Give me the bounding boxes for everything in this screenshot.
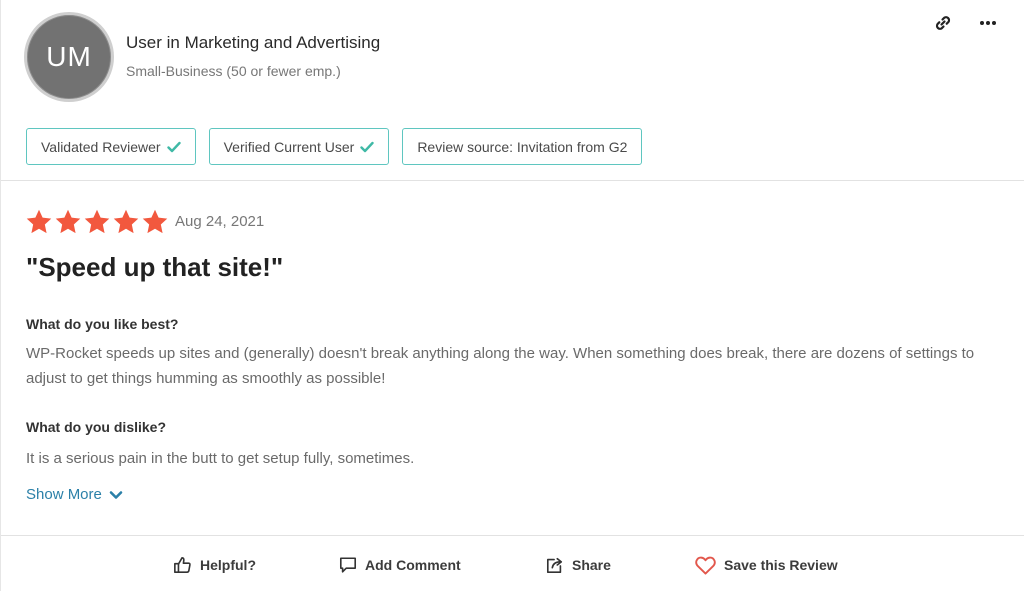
thumbs-up-icon — [174, 556, 191, 574]
heart-icon — [695, 556, 716, 575]
star-icon — [26, 209, 52, 234]
badge-label: Verified Current User — [223, 138, 355, 155]
badge-label: Validated Reviewer — [41, 138, 161, 155]
add-comment-button[interactable]: Add Comment — [339, 553, 461, 577]
reviewer-title: User in Marketing and Advertising — [126, 33, 381, 52]
helpful-label: Helpful? — [200, 557, 256, 573]
review-title: "Speed up that site!" — [26, 252, 284, 282]
avatar: UM — [24, 12, 114, 102]
badge-label: Review source: Invitation from G2 — [417, 138, 628, 155]
badge-verified-current-user: Verified Current User — [208, 128, 390, 165]
badge-review-source: Review source: Invitation from G2 — [402, 128, 643, 165]
chevron-down-icon — [109, 490, 123, 499]
helpful-button[interactable]: Helpful? — [173, 553, 256, 577]
share-icon — [546, 557, 563, 574]
show-more-label: Show More — [26, 486, 102, 503]
check-icon — [360, 141, 375, 153]
add-comment-label: Add Comment — [365, 557, 461, 573]
reviewer-badges: Validated Reviewer Verified Current User… — [26, 128, 655, 165]
share-label: Share — [572, 557, 611, 573]
link-icon[interactable] — [932, 12, 954, 34]
dislike-answer: It is a serious pain in the butt to get … — [26, 450, 415, 467]
like-answer: WP-Rocket speeds up sites and (generally… — [26, 345, 975, 387]
show-more-link[interactable]: Show More — [26, 486, 123, 503]
avatar-initials: UM — [46, 41, 92, 72]
review-card: UM User in Marketing and Advertising Sma… — [0, 0, 1024, 591]
star-icon — [142, 209, 168, 234]
star-icon — [84, 209, 110, 234]
share-button[interactable]: Share — [546, 553, 611, 577]
check-icon — [166, 141, 181, 153]
save-review-label: Save this Review — [724, 557, 838, 573]
more-options-icon[interactable] — [977, 12, 999, 34]
star-icon — [55, 209, 81, 234]
comment-icon — [339, 557, 357, 573]
divider — [1, 535, 1024, 536]
divider — [1, 180, 1024, 181]
star-icon — [113, 209, 139, 234]
reviewer-company-size: Small-Business (50 or fewer emp.) — [126, 63, 341, 79]
review-date: Aug 24, 2021 — [175, 213, 265, 230]
star-rating — [25, 208, 170, 236]
save-review-button[interactable]: Save this Review — [695, 553, 838, 577]
badge-validated-reviewer: Validated Reviewer — [26, 128, 196, 165]
dislike-question: What do you dislike? — [26, 419, 167, 435]
like-question: What do you like best? — [26, 316, 179, 332]
